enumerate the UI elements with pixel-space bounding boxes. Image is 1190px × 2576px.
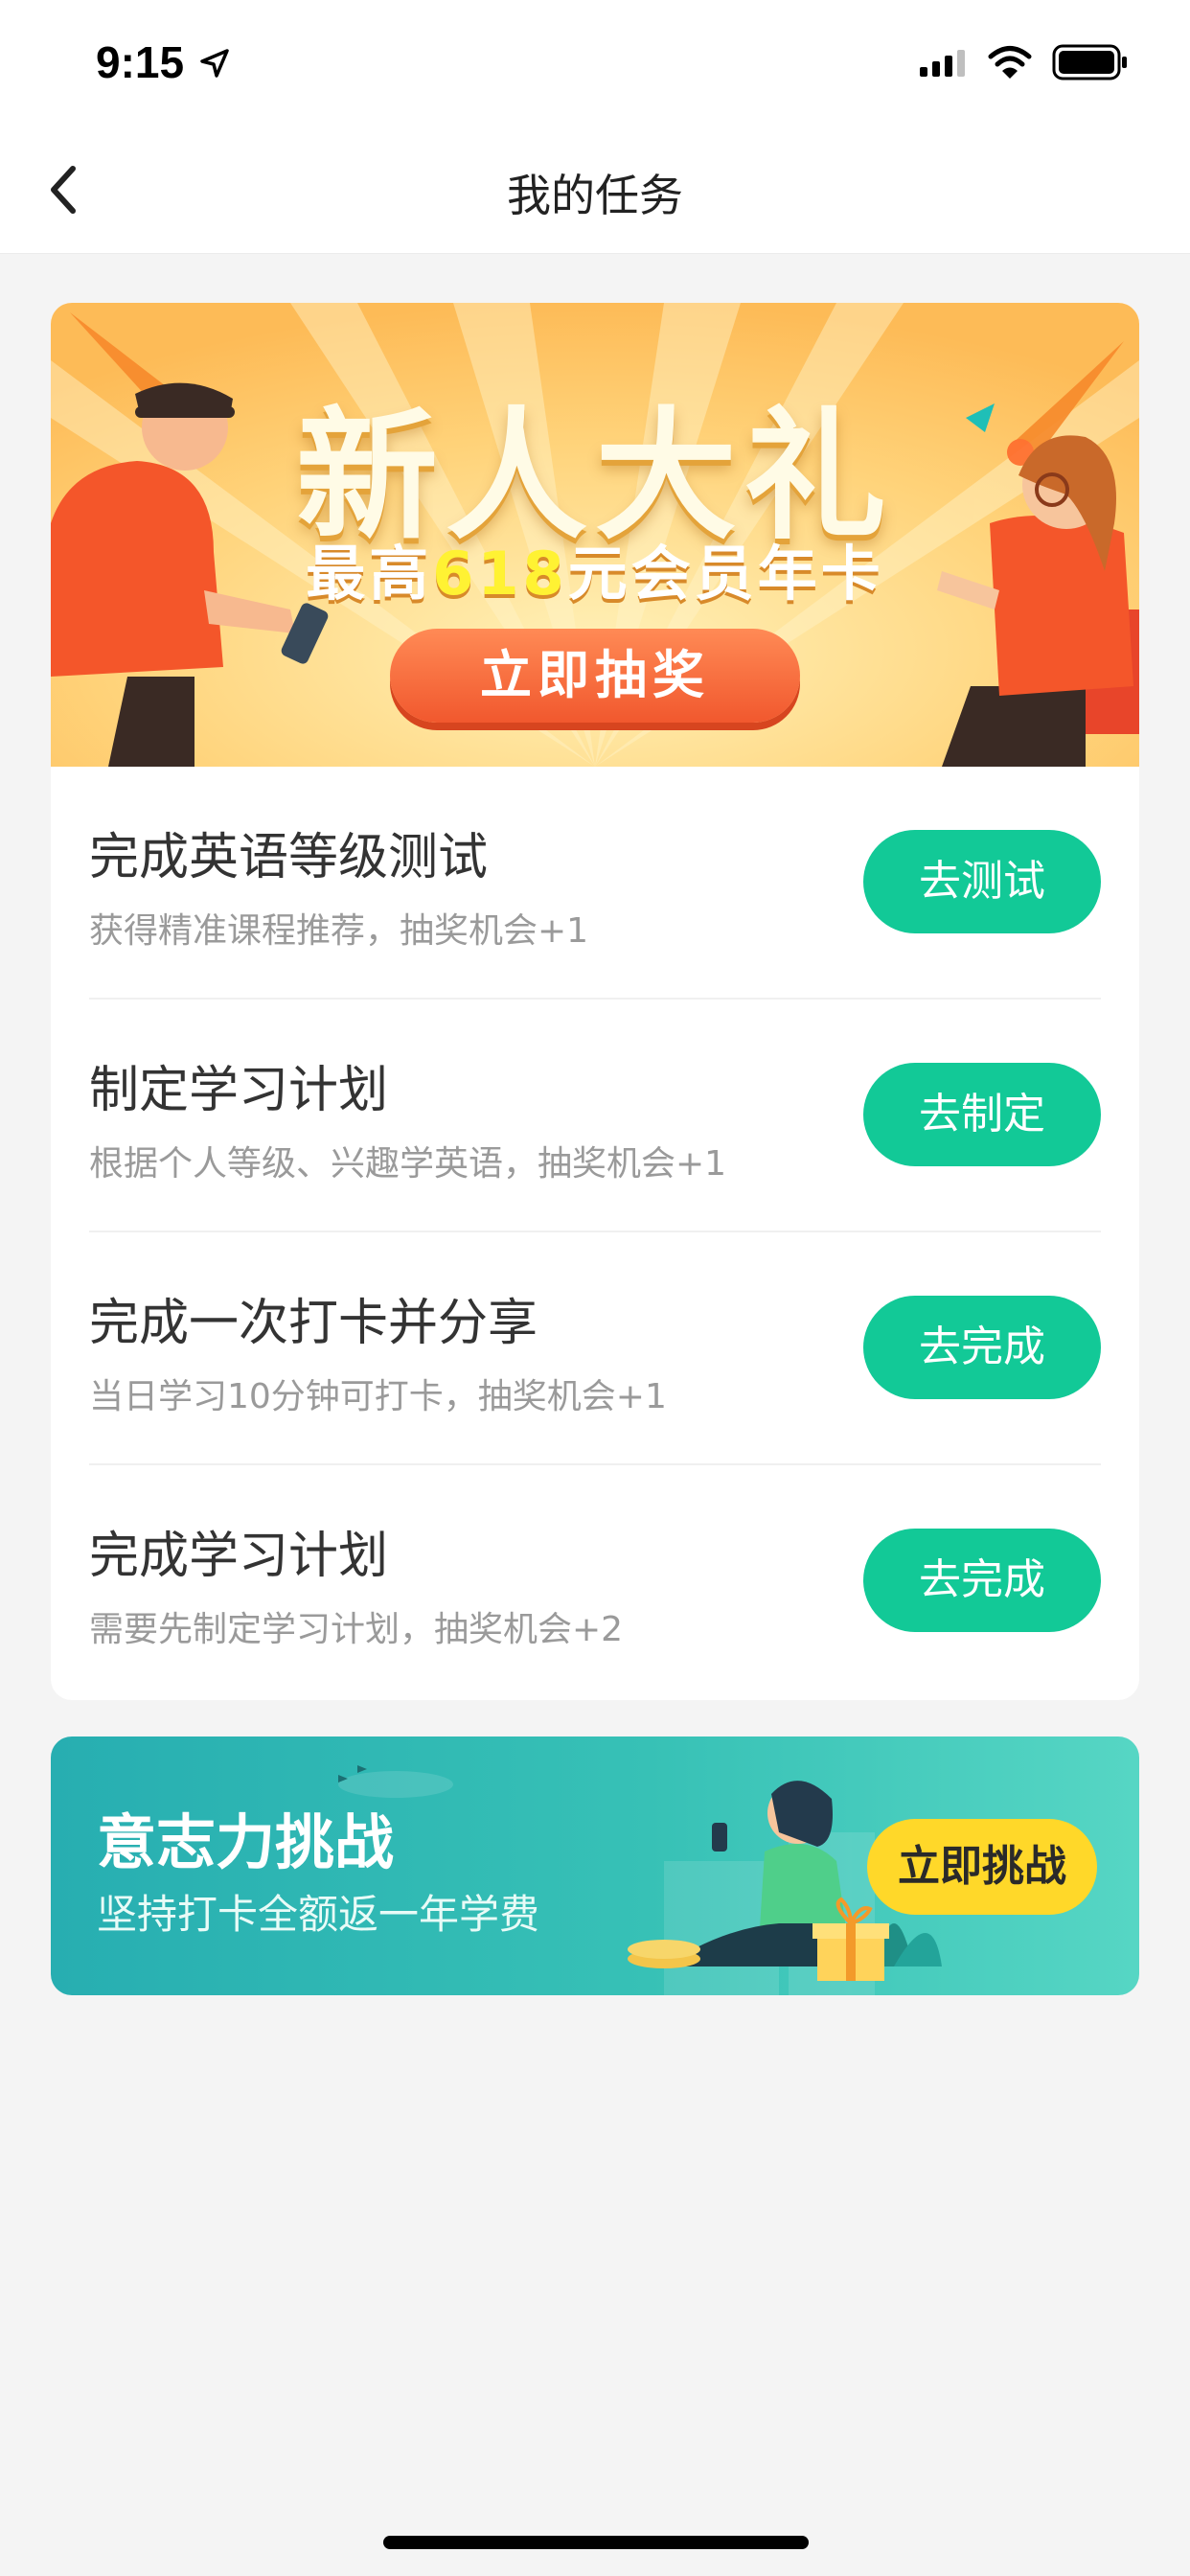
draw-lottery-button[interactable]: 立即抽奖 [390,629,800,723]
banner-subtitle-highlight: 618 [432,539,568,609]
status-time: 9:15 [96,37,185,87]
page-title: 我的任务 [507,170,683,221]
task-description: 当日学习10分钟可打卡，抽奖机会+1 [89,1377,667,1416]
go-complete-plan-button[interactable]: 去完成 [863,1529,1101,1632]
task-description: 根据个人等级、兴趣学英语，抽奖机会+1 [89,1144,727,1184]
task-title: 完成学习计划 [89,1528,389,1585]
task-title: 制定学习计划 [89,1062,389,1119]
willpower-challenge-banner[interactable]: 意志力挑战 坚持打卡全额返一年学费 立即挑战 [51,1736,1139,1995]
banner-subtitle-prefix: 最高 [306,539,433,609]
cellular-signal-icon [920,50,965,77]
nav-bar: 我的任务 [0,125,1190,254]
banner-subtitle-suffix: 元会员年卡 [567,539,884,609]
new-user-gift-banner[interactable]: 新人大礼 最高618元会员年卡 立即抽奖 [51,303,1139,767]
start-challenge-button[interactable]: 立即挑战 [867,1819,1097,1915]
task-list: 完成英语等级测试 获得精准课程推荐，抽奖机会+1 去测试 制定学习计划 根据个人… [51,767,1139,1698]
go-checkin-button[interactable]: 去完成 [863,1296,1101,1399]
status-bar: 9:15 [0,0,1190,125]
task-description: 获得精准课程推荐，抽奖机会+1 [89,911,589,951]
go-make-plan-button[interactable]: 去制定 [863,1063,1101,1166]
battery-icon [1052,44,1127,80]
task-title: 完成英语等级测试 [89,829,489,886]
task-item-complete-plan: 完成学习计划 需要先制定学习计划，抽奖机会+2 去完成 [51,1465,1139,1698]
task-item-checkin-share: 完成一次打卡并分享 当日学习10分钟可打卡，抽奖机会+1 去完成 [51,1232,1139,1465]
challenge-subtitle: 坚持打卡全额返一年学费 [97,1891,540,1938]
task-title: 完成一次打卡并分享 [89,1295,538,1352]
task-item-make-plan: 制定学习计划 根据个人等级、兴趣学英语，抽奖机会+1 去制定 [51,1000,1139,1232]
task-item-level-test: 完成英语等级测试 获得精准课程推荐，抽奖机会+1 去测试 [51,767,1139,1000]
task-description: 需要先制定学习计划，抽奖机会+2 [89,1610,624,1649]
home-indicator [383,2536,809,2549]
go-test-button[interactable]: 去测试 [863,830,1101,933]
wifi-icon [988,46,1032,79]
banner-subtitle: 最高618元会员年卡 [51,525,1139,611]
challenge-title: 意志力挑战 [97,1807,395,1877]
location-arrow-icon [200,49,229,78]
task-card: 新人大礼 最高618元会员年卡 立即抽奖 完成英语等级测试 获得精准课程推荐，抽… [51,303,1139,1700]
